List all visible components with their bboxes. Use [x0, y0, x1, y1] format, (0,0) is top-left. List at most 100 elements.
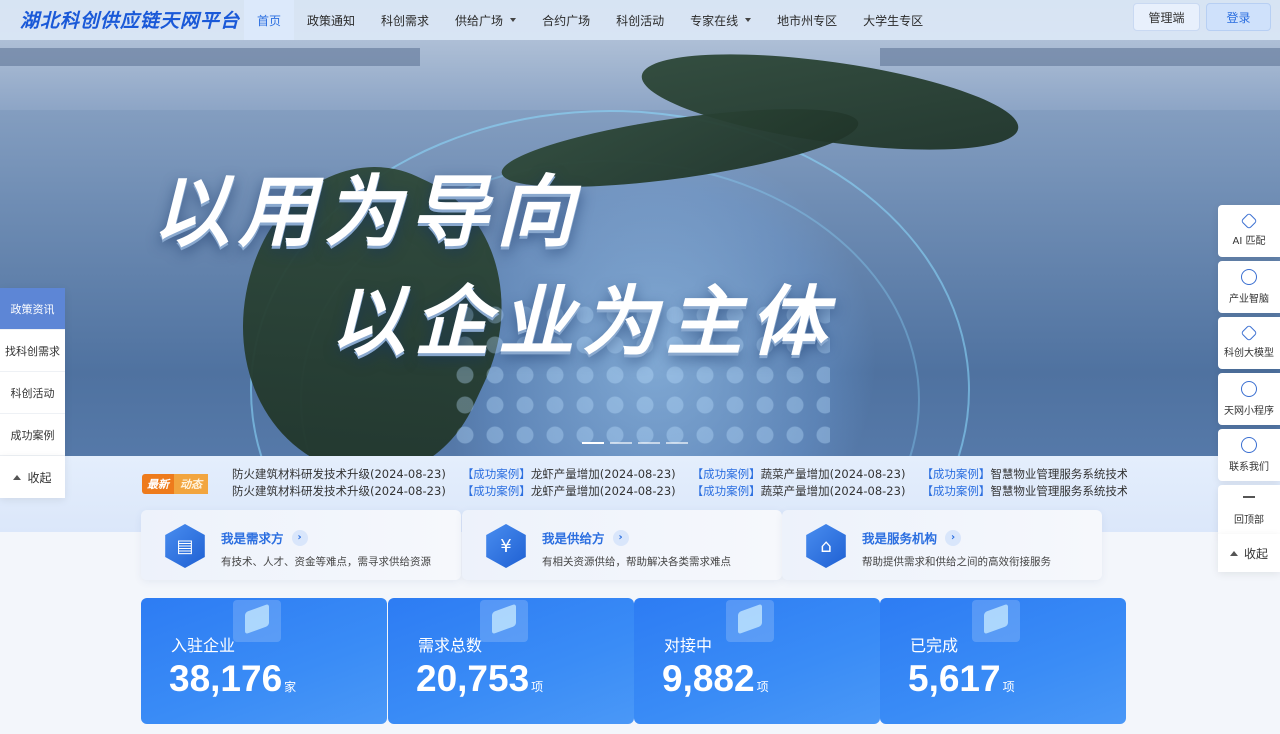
- carousel-dot[interactable]: [610, 442, 632, 444]
- ticker-text: 龙虾产量增加(2024-08-23): [530, 467, 676, 481]
- hero-skyline: [0, 48, 420, 66]
- stat-value: 5,617 项: [908, 658, 1015, 700]
- role-title: 我是服务机构 ›: [862, 528, 962, 547]
- nav-home[interactable]: 首页: [244, 0, 295, 40]
- nav-contract[interactable]: 合约广场: [529, 0, 603, 40]
- hero-slogan-1: 以用为导向: [152, 168, 583, 258]
- nav-label: 科创需求: [381, 13, 430, 28]
- ticker-text: 龙虾产量增加(2024-08-23): [530, 484, 676, 498]
- ticker-text: 智慧物业管理服务系统技术: [990, 467, 1127, 481]
- left-nav-demand[interactable]: 找科创需求: [0, 330, 65, 372]
- right-collapse-button[interactable]: 收起: [1218, 534, 1280, 572]
- contact-button[interactable]: 联系我们: [1218, 429, 1280, 481]
- role-card-demand[interactable]: ▤ 我是需求方 › 有技术、人才、资金等难点，需寻求供给资源: [141, 510, 461, 580]
- stat-label: 需求总数: [418, 636, 483, 655]
- carousel-dot[interactable]: [582, 442, 604, 444]
- carousel-dot[interactable]: [666, 442, 688, 444]
- ticker-item[interactable]: 【成功案例】龙虾产量增加(2024-08-23): [462, 466, 676, 483]
- ticker-item[interactable]: 【成功案例】蔬菜产量增加(2024-08-23): [692, 466, 906, 483]
- nav-student[interactable]: 大学生专区: [850, 0, 936, 40]
- role-card-supply[interactable]: ¥ 我是供给方 › 有相关资源供给，帮助解决各类需求难点: [462, 510, 782, 580]
- ai-icon: [1240, 212, 1258, 230]
- ticker-tag: 【成功案例】: [461, 467, 531, 481]
- carousel-dots: [582, 442, 688, 444]
- hero-skyline: [880, 48, 1280, 66]
- toolbar-label: AI 匹配: [1232, 236, 1266, 247]
- nav-label: 首页: [257, 13, 282, 28]
- nav-supply[interactable]: 供给广场: [442, 0, 529, 40]
- document-icon: ▤: [165, 524, 205, 568]
- admin-button[interactable]: 管理端: [1133, 3, 1200, 31]
- nav-label: 地市州专区: [777, 13, 838, 28]
- ticker-item[interactable]: 防火建筑材料研发技术升级(2024-08-23): [232, 483, 446, 500]
- nav-city[interactable]: 地市州专区: [764, 0, 850, 40]
- stat-card-completed[interactable]: 已完成 5,617 项: [880, 598, 1126, 724]
- ticker-tag: 【成功案例】: [921, 484, 991, 498]
- stat-label: 入驻企业: [171, 636, 236, 655]
- toolbar-label: 回顶部: [1234, 515, 1264, 526]
- left-nav-activity[interactable]: 科创活动: [0, 372, 65, 414]
- role-title: 我是供给方 ›: [542, 528, 629, 547]
- role-title: 我是需求方 ›: [221, 528, 308, 547]
- stat-number: 38,176: [169, 658, 283, 699]
- industry-brain-button[interactable]: 产业智脑: [1218, 261, 1280, 313]
- clipboard-icon: [480, 600, 528, 642]
- ticker-text: 防火建筑材料研发技术升级(2024-08-23): [232, 467, 446, 481]
- stat-number: 5,617: [908, 658, 1001, 699]
- ticker-item[interactable]: 【成功案例】智慧物业管理服务系统技术: [921, 483, 1127, 500]
- back-to-top-button[interactable]: 回顶部: [1218, 485, 1280, 537]
- left-collapse-button[interactable]: 收起: [0, 456, 65, 498]
- site-logo[interactable]: 湖北科创供应链天网平台: [20, 6, 240, 33]
- stat-number: 20,753: [416, 658, 530, 699]
- stat-card-demands[interactable]: 需求总数 20,753 项: [388, 598, 634, 724]
- login-button[interactable]: 登录: [1206, 3, 1271, 31]
- ticker-item[interactable]: 防火建筑材料研发技术升级(2024-08-23): [232, 466, 446, 483]
- nav-label: 供给广场: [455, 13, 504, 28]
- ai-match-button[interactable]: AI 匹配: [1218, 205, 1280, 257]
- role-desc: 有相关资源供给，帮助解决各类需求难点: [542, 556, 731, 568]
- model-button[interactable]: 科创大模型: [1218, 317, 1280, 369]
- ticker-item[interactable]: 【成功案例】智慧物业管理服务系统技术: [921, 466, 1127, 483]
- toolbar-label: 产业智脑: [1229, 294, 1269, 305]
- hero-banner: 以用为导向 以企业为主体: [0, 0, 1280, 532]
- nav-label: 专家在线: [690, 13, 739, 28]
- stat-value: 38,176 家: [169, 658, 296, 700]
- role-desc: 帮助提供需求和供给之间的高效衔接服务: [862, 556, 1051, 568]
- back-to-top-icon: [1243, 496, 1255, 506]
- mini-program-button[interactable]: 天网小程序: [1218, 373, 1280, 425]
- stat-unit: 项: [756, 680, 769, 694]
- toolbar-label: 联系我们: [1229, 462, 1269, 473]
- chevron-right-icon[interactable]: ›: [291, 529, 308, 546]
- chevron-right-icon[interactable]: ›: [945, 529, 962, 546]
- carousel-dot[interactable]: [638, 442, 660, 444]
- chevron-down-icon: [745, 18, 752, 22]
- ticker-item[interactable]: 【成功案例】蔬菜产量增加(2024-08-23): [692, 483, 906, 500]
- yuan-hand-icon: ¥: [486, 524, 526, 568]
- mini-program-icon: [1241, 381, 1257, 397]
- toolbar-label: 科创大模型: [1224, 348, 1274, 359]
- ticker-text: 防火建筑材料研发技术升级(2024-08-23): [232, 484, 446, 498]
- ticker-tag: 【成功案例】: [691, 484, 761, 498]
- stat-card-enterprises[interactable]: 入驻企业 38,176 家: [141, 598, 387, 724]
- brain-icon: [1241, 269, 1257, 285]
- ticker-item[interactable]: 【成功案例】龙虾产量增加(2024-08-23): [462, 483, 676, 500]
- nav-policy[interactable]: 政策通知: [294, 0, 368, 40]
- handshake-icon: [726, 600, 774, 642]
- stat-card-matching[interactable]: 对接中 9,882 项: [634, 598, 880, 724]
- ticker-row: 防火建筑材料研发技术升级(2024-08-23) 【成功案例】龙虾产量增加(20…: [232, 483, 1127, 500]
- left-nav-cases[interactable]: 成功案例: [0, 414, 65, 456]
- ticker-text: 智慧物业管理服务系统技术: [990, 484, 1127, 498]
- nav-activity[interactable]: 科创活动: [603, 0, 677, 40]
- badge-latest: 最新: [142, 474, 174, 494]
- ticker-tag: 【成功案例】: [461, 484, 531, 498]
- role-card-service[interactable]: ⌂ 我是服务机构 › 帮助提供需求和供给之间的高效衔接服务: [782, 510, 1102, 580]
- nav-expert[interactable]: 专家在线: [677, 0, 764, 40]
- chat-icon: [1241, 437, 1257, 453]
- role-title-text: 我是供给方: [542, 531, 605, 546]
- nav-demand[interactable]: 科创需求: [368, 0, 442, 40]
- nav-label: 合约广场: [542, 13, 591, 28]
- chevron-right-icon[interactable]: ›: [612, 529, 629, 546]
- left-nav-policy[interactable]: 政策资讯: [0, 288, 65, 330]
- toolbar-label: 天网小程序: [1224, 406, 1274, 417]
- building-icon: [233, 600, 281, 642]
